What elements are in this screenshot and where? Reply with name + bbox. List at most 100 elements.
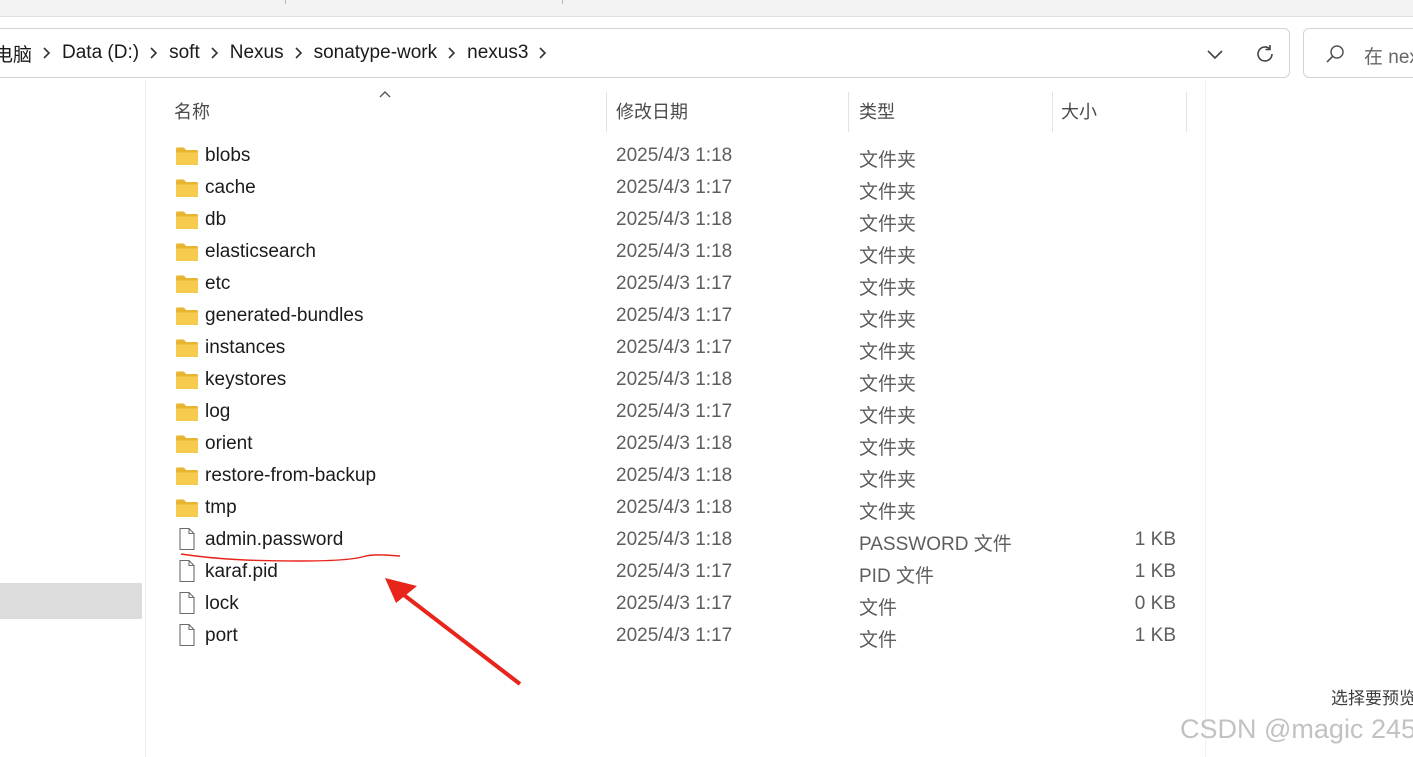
search-placeholder: 在 nex [1364,47,1413,68]
file-date: 2025/4/3 1:18 [616,497,733,518]
file-date: 2025/4/3 1:17 [616,561,733,582]
file-type: 文件夹 [859,470,917,491]
folder-icon [175,146,199,166]
file-name: keystores [205,369,287,390]
search-icon [1326,45,1344,63]
column-separator[interactable] [1186,92,1187,132]
breadcrumb-item-data-drive[interactable]: Data (D:) [62,42,139,64]
breadcrumb-item-nexus[interactable]: Nexus [230,42,284,64]
file-row[interactable]: instances 2025/4/3 1:17 文件夹 [146,332,1206,364]
file-date: 2025/4/3 1:17 [616,273,733,294]
file-date: 2025/4/3 1:18 [616,433,733,454]
folder-icon [175,242,199,262]
file-type: 文件夹 [859,182,917,203]
file-type: 文件夹 [859,278,917,299]
file-type: 文件夹 [859,342,917,363]
file-name: elasticsearch [205,241,316,262]
file-row[interactable]: lock 2025/4/3 1:17 文件 0 KB [146,588,1206,620]
file-name: karaf.pid [205,561,278,582]
file-icon [175,559,199,583]
breadcrumb-item-sonatype-work[interactable]: sonatype-work [314,42,438,64]
file-type: PASSWORD 文件 [859,534,1012,555]
file-type: 文件夹 [859,214,917,235]
file-row[interactable]: restore-from-backup 2025/4/3 1:18 文件夹 [146,460,1206,492]
folder-icon [175,306,199,326]
breadcrumb-item-soft[interactable]: soft [169,42,200,64]
file-icon [175,623,199,647]
file-row[interactable]: admin.password 2025/4/3 1:18 PASSWORD 文件 1 … [146,524,1206,556]
column-separator[interactable] [848,92,849,132]
refresh-button[interactable] [1251,40,1279,68]
file-type: 文件夹 [859,150,917,171]
folder-icon [175,466,199,486]
file-row[interactable]: tmp 2025/4/3 1:18 文件夹 [146,492,1206,524]
navigation-pane[interactable] [0,80,145,757]
sort-ascending-icon [379,91,391,98]
column-header-name[interactable]: 名称 [174,90,210,132]
file-type: 文件夹 [859,310,917,331]
column-separator[interactable] [1052,92,1053,132]
column-header-type[interactable]: 类型 [859,90,895,132]
file-row[interactable]: cache 2025/4/3 1:17 文件夹 [146,172,1206,204]
file-date: 2025/4/3 1:18 [616,465,733,486]
file-row[interactable]: blobs 2025/4/3 1:18 文件夹 [146,140,1206,172]
folder-icon [175,370,199,390]
column-header-date[interactable]: 修改日期 [616,90,688,132]
file-type: 文件夹 [859,406,917,427]
file-row[interactable]: port 2025/4/3 1:17 文件 1 KB [146,620,1206,652]
column-header-size[interactable]: 大小 [1061,90,1097,132]
chevron-right-icon[interactable] [437,47,467,59]
file-name: cache [205,177,256,198]
file-type: 文件夹 [859,374,917,395]
file-type: 文件夹 [859,502,917,523]
file-row[interactable]: elasticsearch 2025/4/3 1:18 文件夹 [146,236,1206,268]
file-date: 2025/4/3 1:18 [616,529,733,550]
chevron-right-icon[interactable] [284,47,314,59]
history-dropdown-button[interactable] [1201,40,1229,68]
file-row[interactable]: karaf.pid 2025/4/3 1:17 PID 文件 1 KB [146,556,1206,588]
breadcrumb-item-computer[interactable]: 电脑 [0,40,32,67]
file-date: 2025/4/3 1:18 [616,369,733,390]
column-separator[interactable] [606,92,607,132]
file-date: 2025/4/3 1:17 [616,593,733,614]
file-date: 2025/4/3 1:17 [616,305,733,326]
preview-hint: 选择要预览 [1331,689,1413,708]
file-name: lock [205,593,239,614]
file-row[interactable]: etc 2025/4/3 1:17 文件夹 [146,268,1206,300]
breadcrumb-item-nexus3[interactable]: nexus3 [467,42,528,64]
tab-tick [285,0,286,4]
file-name: tmp [205,497,237,518]
preview-pane-divider[interactable] [1205,80,1206,757]
file-name: generated-bundles [205,305,364,326]
file-name: port [205,625,238,646]
file-date: 2025/4/3 1:17 [616,625,733,646]
file-name: log [205,401,231,422]
file-row[interactable]: keystores 2025/4/3 1:18 文件夹 [146,364,1206,396]
file-date: 2025/4/3 1:17 [616,401,733,422]
file-date: 2025/4/3 1:18 [616,241,733,262]
file-type: 文件 [859,630,898,651]
file-date: 2025/4/3 1:18 [616,145,733,166]
search-input[interactable]: 在 nex [1303,28,1413,78]
chevron-right-icon[interactable] [528,47,558,59]
file-name: instances [205,337,286,358]
file-name: restore-from-backup [205,465,377,486]
file-icon [175,527,199,551]
file-row[interactable]: orient 2025/4/3 1:18 文件夹 [146,428,1206,460]
tab-tick [562,0,563,4]
file-size: 1 KB [1134,529,1176,550]
file-row[interactable]: db 2025/4/3 1:18 文件夹 [146,204,1206,236]
chevron-right-icon[interactable] [200,47,230,59]
folder-icon [175,434,199,454]
chevron-right-icon[interactable] [32,47,62,59]
address-bar[interactable]: 电脑 Data (D:) soft Nexus sonatype-work ne… [0,28,1290,78]
nav-selected-item[interactable] [0,583,142,619]
folder-icon [175,178,199,198]
file-row[interactable]: generated-bundles 2025/4/3 1:17 文件夹 [146,300,1206,332]
watermark: CSDN @magic 245 [1180,714,1413,744]
chevron-right-icon[interactable] [139,47,169,59]
file-row[interactable]: log 2025/4/3 1:17 文件夹 [146,396,1206,428]
file-name: blobs [205,145,251,166]
title-strip [0,0,1413,17]
folder-icon [175,274,199,294]
